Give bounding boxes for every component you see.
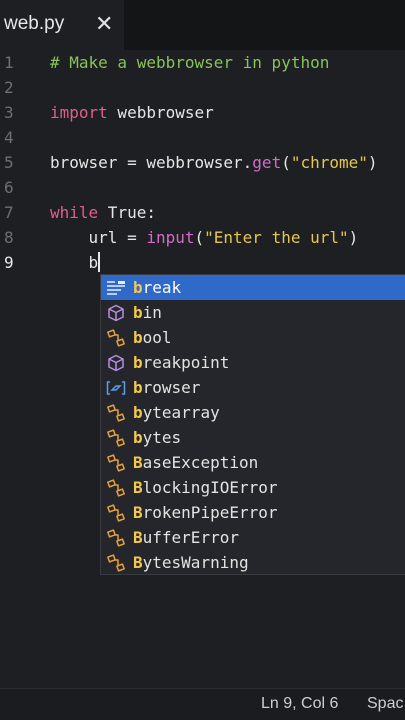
class-icon	[105, 428, 127, 448]
code-paren: )	[348, 228, 359, 247]
code-function: get	[252, 153, 282, 172]
autocomplete-item[interactable]: breakpoint	[101, 350, 405, 375]
autocomplete-label: breakpoint	[133, 353, 230, 372]
code-text: webbrowser	[107, 103, 214, 122]
autocomplete-item[interactable]: break	[101, 275, 405, 300]
autocomplete-label: BytesWarning	[133, 553, 249, 572]
autocomplete-label: BaseException	[133, 453, 259, 472]
code-text: browser = webbrowser.	[50, 153, 253, 172]
variable-icon	[105, 378, 127, 398]
autocomplete-item[interactable]: BytesWarning	[101, 550, 405, 575]
class-icon	[105, 503, 127, 523]
autocomplete-item[interactable]: bytes	[101, 425, 405, 450]
line-number: 5	[4, 153, 14, 172]
autocomplete-label: BufferError	[133, 528, 239, 547]
autocomplete-item[interactable]: bytearray	[101, 400, 405, 425]
line-number: 2	[4, 78, 14, 97]
autocomplete-label: BrokenPipeError	[133, 503, 278, 522]
code-string: "chrome"	[290, 153, 368, 172]
autocomplete-item[interactable]: bin	[101, 300, 405, 325]
autocomplete-label: BlockingIOError	[133, 478, 278, 497]
autocomplete-item[interactable]: BaseException	[101, 450, 405, 475]
class-icon	[105, 528, 127, 548]
cursor-position[interactable]: Ln 9, Col 6	[261, 695, 338, 713]
autocomplete-label: break	[133, 278, 182, 297]
code-text: b	[50, 253, 99, 272]
autocomplete-label: bytearray	[133, 403, 220, 422]
indentation-setting[interactable]: Spac	[367, 695, 403, 713]
tab-web-py[interactable]: web.py ✕	[0, 0, 124, 50]
autocomplete-label: bytes	[133, 428, 182, 447]
code-keyword: while	[50, 203, 99, 222]
code-paren: (	[194, 228, 205, 247]
cube-icon	[105, 353, 127, 373]
autocomplete-label: bool	[133, 328, 172, 347]
code-keyword: import	[50, 103, 108, 122]
class-icon	[105, 553, 127, 573]
autocomplete-item[interactable]: bool	[101, 325, 405, 350]
code-string: "Enter the url"	[204, 228, 349, 247]
class-icon	[105, 328, 127, 348]
tab-bar: web.py ✕	[0, 0, 405, 50]
autocomplete-item[interactable]: BufferError	[101, 525, 405, 550]
code-function: input	[146, 228, 195, 247]
autocomplete-popup: break bin bool breakpoint browser bytear…	[100, 274, 405, 575]
tab-filename: web.py	[4, 13, 65, 34]
line-number: 4	[4, 128, 14, 147]
cube-icon	[105, 303, 127, 323]
autocomplete-label: bin	[133, 303, 162, 322]
autocomplete-item[interactable]: browser	[101, 375, 405, 400]
line-number: 1	[4, 53, 14, 72]
status-bar: Ln 9, Col 6 Spac	[0, 688, 405, 720]
line-number-active: 9	[4, 253, 14, 272]
line-number: 7	[4, 203, 14, 222]
code-line: url = input("Enter the url")	[50, 225, 359, 250]
code-line: browser = webbrowser.get("chrome")	[50, 150, 378, 175]
line-number: 8	[4, 228, 14, 247]
class-icon	[105, 478, 127, 498]
autocomplete-item[interactable]: BrokenPipeError	[101, 500, 405, 525]
code-line-active: b	[50, 250, 101, 275]
keyword-icon	[105, 278, 127, 298]
close-icon[interactable]: ✕	[95, 12, 113, 36]
text-cursor	[98, 252, 101, 272]
code-line: import webbrowser	[50, 100, 214, 125]
class-icon	[105, 403, 127, 423]
line-number: 6	[4, 178, 14, 197]
autocomplete-item[interactable]: BlockingIOError	[101, 475, 405, 500]
code-paren: )	[367, 153, 378, 172]
code-text: True:	[98, 203, 156, 222]
code-line: while True:	[50, 200, 156, 225]
code-text: url =	[50, 228, 147, 247]
code-paren: (	[281, 153, 291, 172]
code-line: # Make a webbrowser in python	[50, 50, 329, 75]
code-comment: # Make a webbrowser in python	[50, 53, 330, 72]
autocomplete-label: browser	[133, 378, 201, 397]
line-number: 3	[4, 103, 14, 122]
class-icon	[105, 453, 127, 473]
